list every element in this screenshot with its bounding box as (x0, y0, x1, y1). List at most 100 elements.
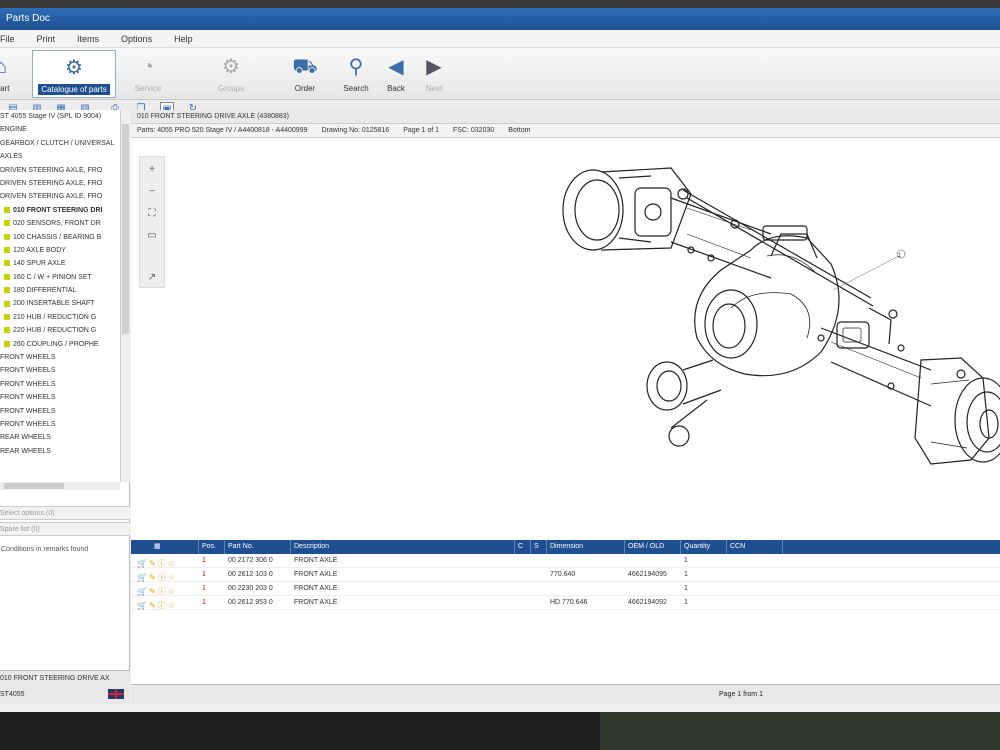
tree-item[interactable]: DRIVEN STEERING AXLE, FRO (0, 177, 120, 190)
tree-item[interactable]: ST 4055 Stage IV (SPL ID 9004) (0, 110, 120, 123)
tree-item-label: ST 4055 Stage IV (SPL ID 9004) (0, 113, 102, 120)
tree-item-label: FRONT WHEELS (0, 380, 56, 388)
toolbar-back-button[interactable]: ◀ Back (380, 50, 412, 98)
tree-item[interactable]: 180 DIFFERENTIAL (0, 284, 120, 297)
tree-item[interactable]: REAR WHEELS (0, 431, 120, 444)
selection-footer: 010 FRONT STEERING DRIVE AX ST4055 (0, 670, 130, 704)
tree-item[interactable]: GEARBOX / CLUTCH / UNIVERSAL (0, 137, 120, 150)
tree-item-label: GEARBOX / CLUTCH / UNIVERSAL (0, 139, 115, 147)
status-bar: Page 1 from 1 (131, 684, 1000, 704)
tree-item[interactable]: FRONT WHEELS (0, 351, 120, 364)
tree-item[interactable]: 010 FRONT STEERING DRI (0, 204, 120, 217)
row-action-icons[interactable]: 🛒✎ⓘ☆ (137, 557, 177, 568)
tree-item[interactable]: 210 HUB / REDUCTION G (0, 311, 120, 324)
cell-part-no: 00 2612 953 0 (228, 599, 273, 606)
tree-item[interactable]: DRIVEN STEERING AXLE, FRO (0, 190, 120, 203)
col-c[interactable]: C (515, 540, 531, 554)
cell-description: FRONT AXLE (294, 557, 338, 564)
cell-pos: 1 (202, 585, 206, 592)
cell-icons[interactable]: 🛒✎ⓘ☆ (137, 596, 197, 610)
spare-list-header[interactable]: Spare list (0) (0, 522, 130, 536)
tree-item-label: FRONT WHEELS (0, 367, 56, 375)
tree-item[interactable]: 020 SENSORS, FRONT DR (0, 217, 120, 230)
tree-item[interactable]: 120 AXLE BODY (0, 244, 120, 257)
status-page: Page 1 from 1 (719, 691, 763, 698)
toolbar-service-button[interactable]: ◔ Service (126, 50, 170, 98)
navigation-pane: ST 4055 Stage IV (SPL ID 9004) ENGINE GEAR… (0, 110, 130, 704)
menu-print[interactable]: Print (37, 34, 56, 44)
tree-item[interactable]: FRONT WHEELS (0, 378, 120, 391)
left-hub-drawing (562, 167, 692, 251)
col-ccn[interactable]: CCN (727, 540, 783, 554)
menu-items[interactable]: Items (77, 34, 99, 44)
exploded-drawing-view[interactable]: + − ⛶ ▭ ↗ 1 (131, 138, 1000, 538)
uk-flag-icon[interactable] (108, 689, 124, 699)
table-row[interactable]: 🛒✎ⓘ☆ 1 00 2612 953 0 FRONT AXLE HD 770.646 46… (131, 596, 1000, 610)
tree-item[interactable]: FRONT WHEELS (0, 418, 120, 431)
toolbar-order-button[interactable]: ⛟ Order (286, 50, 324, 98)
cell-part-no: 00 2230 203 0 (228, 585, 273, 592)
tree-item[interactable]: 140 SPUR AXLE (0, 257, 120, 270)
row-action-icons[interactable]: 🛒✎ⓘ☆ (137, 599, 177, 610)
tree-item-label: AXLES (0, 153, 23, 161)
cell-icons[interactable]: 🛒✎ⓘ☆ (137, 582, 197, 596)
parts-table-body: 🛒✎ⓘ☆ 1 00 2172 306 0 FRONT AXLE 1 🛒✎ⓘ☆ 1 00 261… (131, 554, 1000, 610)
col-quantity[interactable]: Quantity (681, 540, 727, 554)
col-icons: ▦ (151, 540, 199, 554)
tree-item[interactable]: AXLES (0, 150, 120, 163)
tree-item[interactable]: 260 COUPLING / PROPHE (0, 338, 120, 351)
tree-item[interactable]: 160 C / W + PINION SET (0, 271, 120, 284)
table-row[interactable]: 🛒✎ⓘ☆ 1 00 2172 306 0 FRONT AXLE 1 (131, 554, 1000, 568)
cell-icons[interactable]: 🛒✎ⓘ☆ (137, 554, 197, 568)
tree-item[interactable]: 100 CHASSIS / BEARING B (0, 231, 120, 244)
tree-horizontal-scrollbar[interactable] (0, 482, 120, 490)
tree-item[interactable]: 220 HUB / REDUCTION G (0, 324, 120, 337)
row-action-icons[interactable]: 🛒✎ⓘ☆ (137, 585, 177, 596)
tree-item[interactable]: FRONT WHEELS (0, 364, 120, 377)
select-options-header[interactable]: Select options (0) (0, 506, 130, 520)
screen-bezel-top (0, 0, 1000, 8)
tree-item[interactable]: DRIVEN STEERING AXLE, FRO (0, 164, 120, 177)
menu-file[interactable]: File (0, 34, 15, 44)
toolbar-catalogue-button[interactable]: ⚙ Catalogue of parts (32, 50, 116, 98)
col-oem-old[interactable]: OEM / OLD (625, 540, 681, 554)
row-action-icons[interactable]: 🛒✎ⓘ☆ (137, 571, 177, 582)
col-pos[interactable]: Pos. (199, 540, 225, 554)
toolbar-next-button[interactable]: ▶ Next (418, 50, 450, 98)
toolbar-start-button[interactable]: ⌂ Start (0, 50, 16, 98)
col-s[interactable]: S (531, 540, 547, 554)
cell-icons[interactable]: 🛒✎ⓘ☆ (137, 568, 197, 582)
toolbar-search-button[interactable]: ⚲ Search (338, 50, 374, 98)
tree-item[interactable]: FRONT WHEELS (0, 405, 120, 418)
cell-dimension (547, 582, 625, 596)
menu-options[interactable]: Options (121, 34, 152, 44)
content-pane: 010 FRONT STEERING DRIVE AXLE (4380883) … (131, 110, 1000, 704)
col-dimension[interactable]: Dimension (547, 540, 625, 554)
tree-item[interactable]: ENGINE (0, 123, 120, 136)
tree-item-label: DRIVEN STEERING AXLE, FRO (0, 179, 103, 187)
tree-item[interactable]: FRONT WHEELS (0, 391, 120, 404)
cell-dimension: 770.640 (550, 571, 576, 578)
title-bar: Parts Doc (0, 8, 1000, 30)
col-description[interactable]: Description (291, 540, 515, 554)
axle-drawing: 1 (562, 167, 1000, 465)
back-arrow-icon: ◀ (388, 56, 404, 78)
table-row[interactable]: 🛒✎ⓘ☆ 1 00 2230 203 0 FRONT AXLE 1 (131, 582, 1000, 596)
table-icon: ▦ (154, 543, 161, 550)
cell-quantity: 1 (684, 571, 688, 578)
tree-vertical-scrollbar[interactable] (120, 110, 130, 482)
gears-icon: ⚙ (222, 56, 240, 78)
tree-item-label: 140 SPUR AXLE (13, 260, 66, 268)
col-part-no[interactable]: Part No. (225, 540, 291, 554)
menu-help[interactable]: Help (174, 34, 193, 44)
differential-housing-drawing (694, 225, 840, 377)
toolbar-groups-button[interactable]: ⚙ Groups (208, 50, 254, 98)
tree-item[interactable]: 200 INSERTABLE SHAFT (0, 297, 120, 310)
tree-item-label: FRONT WHEELS (0, 407, 56, 415)
table-row[interactable]: 🛒✎ⓘ☆ 1 00 2612 103 0 FRONT AXLE 770.640 46621… (131, 568, 1000, 582)
parts-table-header: ▦ Pos. Part No. Description C S Dimensio… (131, 540, 1000, 554)
tree-item-label: 100 CHASSIS / BEARING B (13, 233, 102, 241)
parts-range: Parts: 4055 PRO 520 Stage IV / A4400818 … (137, 127, 308, 134)
tree-item-label: 210 HUB / REDUCTION G (13, 313, 97, 321)
tree-item[interactable]: REAR WHEELS (0, 445, 120, 458)
